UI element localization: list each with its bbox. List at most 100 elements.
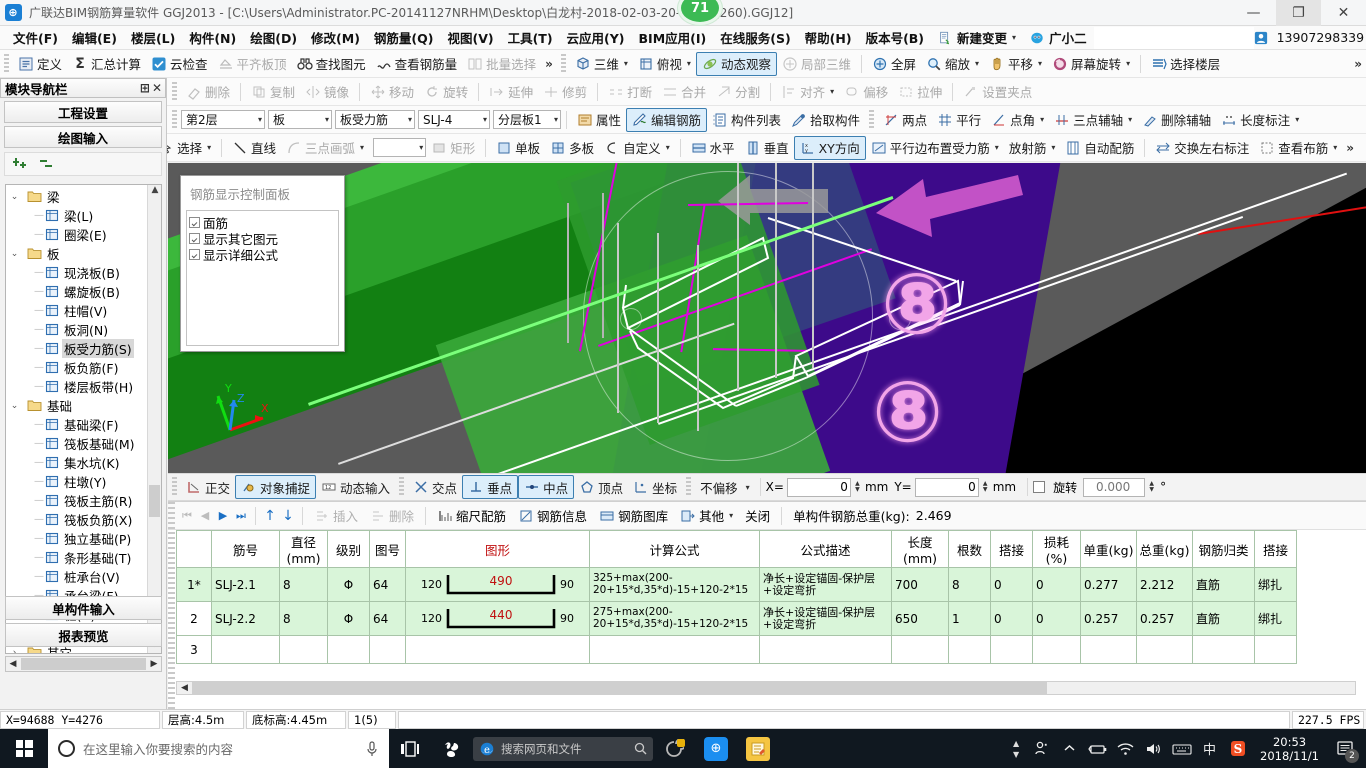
tree-item-9[interactable]: — 板负筋(F): [6, 358, 147, 377]
cell-formula[interactable]: 275+max(200-20+15*d,35*d)-15+120-2*15: [589, 601, 760, 636]
cell-length[interactable]: [891, 635, 949, 664]
assistant-button[interactable]: 广小二: [1023, 26, 1094, 49]
table-row[interactable]: 3: [176, 635, 1297, 664]
chevron-down-icon-dim[interactable]: ▾: [1295, 115, 1299, 124]
tree-item-15[interactable]: — 柱墩(Y): [6, 472, 147, 491]
toolbar-overflow-chevron-right[interactable]: »: [1350, 57, 1366, 71]
tree-item-14[interactable]: — 集水坑(K): [6, 453, 147, 472]
two-point-axis-button[interactable]: 两点: [878, 108, 932, 132]
toolbar-overflow-chevron[interactable]: »: [541, 57, 557, 71]
menu-item-edit[interactable]: 编辑(E): [65, 26, 124, 49]
chevron-down-icon-arc[interactable]: ▾: [360, 143, 364, 152]
chevron-down-icon-vrl[interactable]: ▾: [1333, 143, 1337, 152]
grid-hscroll-thumb[interactable]: [192, 682, 1047, 694]
y-input[interactable]: 0: [914, 477, 979, 497]
scale-rebar-button[interactable]: 缩尺配筋: [431, 505, 512, 527]
checkbox-mianjin[interactable]: [189, 216, 200, 228]
ortho-mode-button[interactable]: 正交: [181, 475, 235, 499]
search-icon[interactable]: [634, 742, 647, 755]
cell-figure[interactable]: 120 440 90: [405, 601, 590, 636]
chevron-down-icon-3d[interactable]: ▾: [624, 59, 628, 68]
category-select[interactable]: 板 ▾: [268, 110, 332, 129]
screen-rotate-button[interactable]: 屏幕旋转 ▾: [1047, 52, 1135, 76]
tree-item-6[interactable]: — 柱帽(V): [6, 301, 147, 320]
pin-icon[interactable]: ⊞: [140, 81, 150, 95]
cell-loss[interactable]: [1032, 635, 1081, 664]
chevron-down-icon-tpa[interactable]: ▾: [1128, 115, 1132, 124]
view-rebar-layout-button[interactable]: 查看布筋 ▾: [1254, 136, 1342, 160]
minimize-button[interactable]: —: [1231, 0, 1276, 26]
tree-item-18[interactable]: — 独立基础(P): [6, 529, 147, 548]
th-loss[interactable]: 损耗(%): [1032, 530, 1081, 568]
keyboard-icon[interactable]: [1168, 729, 1195, 768]
dynamic-observe-button[interactable]: 动态观察: [695, 51, 777, 76]
cell-diameter[interactable]: 8: [279, 567, 328, 602]
volume-icon[interactable]: [1140, 729, 1167, 768]
rebar-library-button[interactable]: 钢筋图库: [593, 505, 674, 527]
cell-count[interactable]: 1: [948, 601, 991, 636]
th-unitw[interactable]: 单重(kg): [1080, 530, 1137, 568]
tree-item-12[interactable]: — 基础梁(F): [6, 415, 147, 434]
th-formula[interactable]: 计算公式: [589, 530, 760, 568]
tree-item-20[interactable]: — 桩承台(V): [6, 567, 147, 586]
rebar-option-row-2[interactable]: 显示详细公式: [189, 246, 336, 263]
tree-item-1[interactable]: — 梁(L): [6, 206, 147, 225]
battery-icon[interactable]: [1084, 729, 1111, 768]
nav-next-button[interactable]: ▶: [214, 506, 232, 526]
clock[interactable]: 20:53 2018/11/1: [1252, 735, 1327, 763]
notification-badge[interactable]: 71: [678, 0, 722, 25]
cell-desc[interactable]: [759, 635, 892, 664]
cell-class[interactable]: 直筋: [1192, 567, 1255, 602]
y-spinner[interactable]: ▲ ▼: [981, 481, 990, 493]
find-element-button[interactable]: 查找图元: [292, 52, 371, 76]
other-menu-button[interactable]: 其他 ▾: [674, 505, 739, 527]
tree-expander[interactable]: ⌄: [8, 192, 21, 202]
cell-count[interactable]: 8: [948, 567, 991, 602]
snap-coordinate-button[interactable]: 坐标: [628, 475, 682, 499]
auto-rebar-button[interactable]: 自动配筋: [1060, 136, 1139, 160]
close-icon[interactable]: ✕: [152, 81, 162, 95]
checkbox-show-detail-formula[interactable]: [189, 248, 200, 260]
hscroll-thumb[interactable]: [21, 658, 146, 670]
floor-select[interactable]: 第2层 ▾: [181, 110, 265, 129]
grid-horizontal-scrollbar[interactable]: ◀: [176, 681, 1356, 695]
restore-button[interactable]: ❐: [1276, 0, 1321, 26]
select-floor-button[interactable]: 选择楼层: [1146, 52, 1225, 76]
pan-button[interactable]: 平移 ▾: [984, 52, 1047, 76]
th-count[interactable]: 根数: [948, 530, 991, 568]
menu-item-view[interactable]: 视图(V): [440, 26, 500, 49]
cell-length[interactable]: 650: [891, 601, 949, 636]
nav-prev-button[interactable]: ◀: [196, 506, 214, 526]
rebar-display-control-panel[interactable]: 钢筋显示控制面板 面筋 显示其它图元 显示详细公式: [180, 175, 345, 352]
component-tree[interactable]: ⌄ 梁 — 梁(L) — 圈梁(E) ⌄ 板 — 现浇板(B) — 螺旋板(B) — 柱帽(V) — 板洞(N…: [5, 184, 162, 654]
nav-up-button[interactable]: ↑: [261, 506, 279, 526]
tree-item-13[interactable]: — 筏板基础(M): [6, 434, 147, 453]
tree-expander[interactable]: ⌄: [8, 401, 21, 411]
component-type-select[interactable]: 板受力筋 ▾: [335, 110, 415, 129]
account-area[interactable]: [1093, 26, 1254, 49]
rebar-table[interactable]: 筋号 直径(mm) 级别 图号 图形 计算公式 公式描述 长度(mm) 根数 搭…: [176, 530, 1297, 664]
chevron-down-icon-zoom[interactable]: ▾: [975, 59, 979, 68]
toolbar-grip[interactable]: [4, 53, 9, 74]
menu-item-bim[interactable]: BIM应用(I): [632, 26, 714, 49]
toolbar4-overflow-chevron[interactable]: »: [1342, 141, 1358, 155]
view-3d-button[interactable]: 三维 ▾: [570, 52, 633, 76]
menu-item-tools[interactable]: 工具(T): [501, 26, 560, 49]
menu-item-file[interactable]: 文件(F): [6, 26, 65, 49]
show-hidden-icons-icon[interactable]: [1056, 729, 1083, 768]
cell-formula[interactable]: 325+max(200-20+15*d,35*d)-15+120-2*15: [589, 567, 760, 602]
tree-item-7[interactable]: — 板洞(N): [6, 320, 147, 339]
draw-combo[interactable]: ▾: [373, 138, 427, 157]
snap-vertex-button[interactable]: 顶点: [574, 475, 628, 499]
cell-figure[interactable]: 120 490 90: [405, 567, 590, 602]
horizontal-button[interactable]: 水平: [686, 136, 740, 160]
snap-midpoint-button[interactable]: 中点: [518, 475, 575, 499]
axis-toolbar-grip[interactable]: [869, 109, 875, 130]
summary-calc-button[interactable]: Σ 汇总计算: [67, 52, 146, 76]
define-button[interactable]: 定义: [13, 52, 67, 76]
chevron-down-icon-pe[interactable]: ▾: [995, 143, 999, 152]
cell-figure[interactable]: [405, 635, 590, 664]
cell-diameter[interactable]: [279, 635, 328, 664]
scroll-right-icon[interactable]: ▶: [147, 659, 161, 669]
tree-item-4[interactable]: — 现浇板(B): [6, 263, 147, 282]
